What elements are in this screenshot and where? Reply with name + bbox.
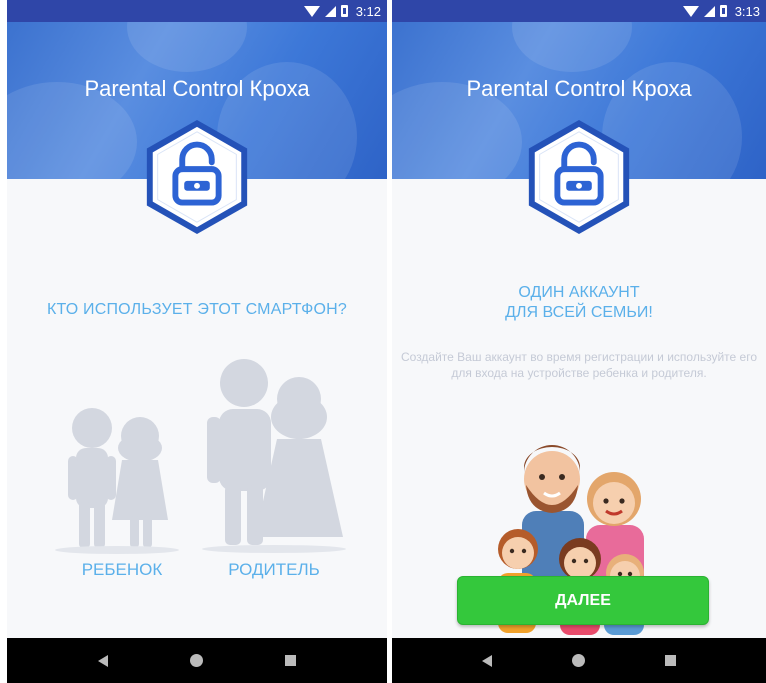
lock-icon bbox=[146, 119, 248, 235]
signal-icon bbox=[703, 5, 715, 17]
promo-heading-line2: ДЛЯ ВСЕЙ СЕМЬИ! bbox=[505, 304, 653, 321]
back-icon[interactable] bbox=[98, 654, 108, 667]
onboarding-screen-family-account: 3:13 Parental Control Кроха ОДИН АККАУНТ… bbox=[392, 0, 766, 683]
app-title: Parental Control Кроха bbox=[84, 76, 310, 101]
system-nav-bar bbox=[392, 638, 766, 683]
recents-icon[interactable] bbox=[665, 655, 676, 666]
parent-label: РОДИТЕЛЬ bbox=[228, 560, 320, 579]
next-button[interactable]: ДАЛЕЕ bbox=[457, 576, 709, 625]
home-icon[interactable] bbox=[190, 654, 203, 667]
status-time: 3:13 bbox=[734, 3, 760, 19]
question-heading: КТО ИСПОЛЬЗУЕТ ЭТОТ СМАРТФОН? bbox=[46, 301, 348, 318]
wifi-icon bbox=[303, 5, 320, 17]
battery-icon bbox=[719, 5, 727, 17]
children-silhouette-icon bbox=[55, 408, 179, 554]
wifi-icon bbox=[682, 5, 699, 17]
status-bar: 3:12 bbox=[7, 0, 387, 22]
home-icon[interactable] bbox=[572, 654, 585, 667]
back-icon[interactable] bbox=[482, 654, 492, 667]
battery-icon bbox=[340, 5, 348, 17]
status-time: 3:12 bbox=[355, 3, 381, 19]
child-label: РЕБЕНОК bbox=[81, 560, 163, 579]
child-option[interactable]: РЕБЕНОК bbox=[52, 398, 192, 588]
signal-icon bbox=[324, 5, 336, 17]
promo-heading: ОДИН АККАУНТ ДЛЯ ВСЕЙ СЕМЬИ! bbox=[392, 283, 766, 323]
recents-icon[interactable] bbox=[285, 655, 296, 666]
status-bar: 3:13 bbox=[392, 0, 766, 22]
parent-option[interactable]: РОДИТЕЛЬ bbox=[199, 355, 349, 588]
app-title: Parental Control Кроха bbox=[466, 76, 692, 101]
promo-heading-line1: ОДИН АККАУНТ bbox=[518, 284, 640, 301]
lock-icon bbox=[528, 119, 630, 235]
parents-silhouette-icon bbox=[202, 359, 346, 553]
system-nav-bar bbox=[7, 638, 387, 683]
onboarding-screen-choose-user: 3:12 Parental Control Кроха КТО ИСПОЛЬЗУ… bbox=[7, 0, 387, 683]
promo-description: Создайте Ваш аккаунт во время регистраци… bbox=[400, 350, 757, 380]
